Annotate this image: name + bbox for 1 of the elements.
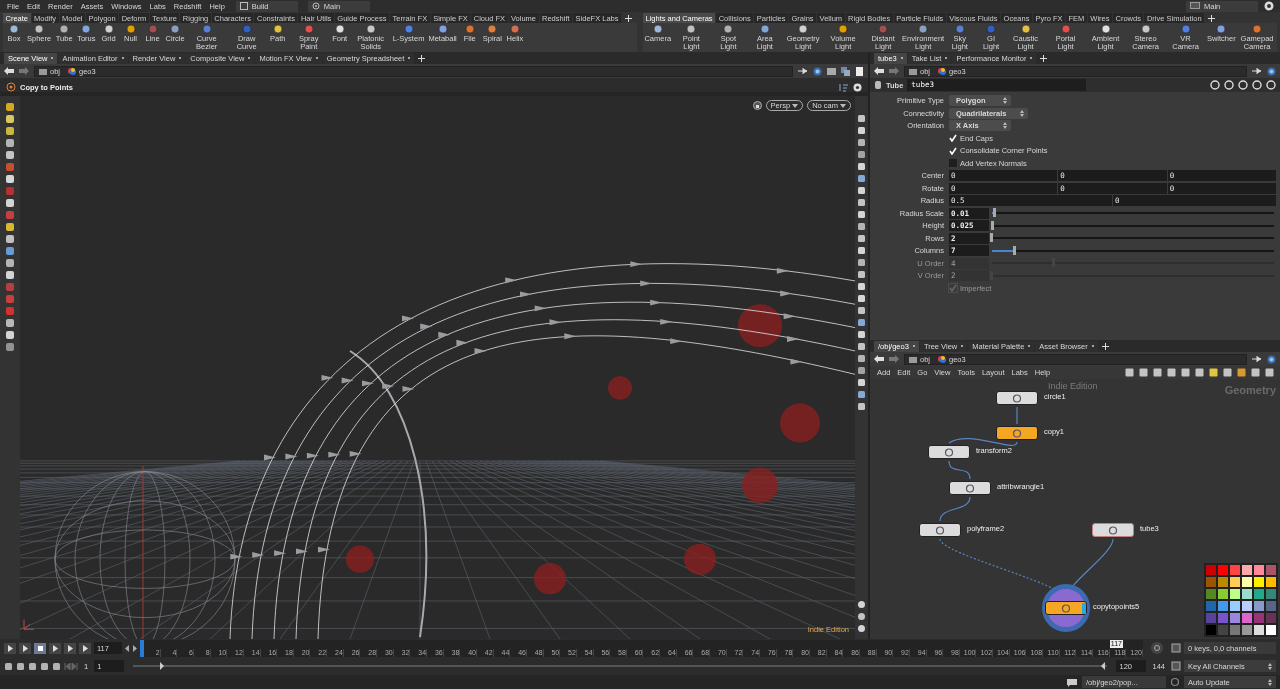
edition-label: Indie Edition: [1048, 381, 1098, 391]
